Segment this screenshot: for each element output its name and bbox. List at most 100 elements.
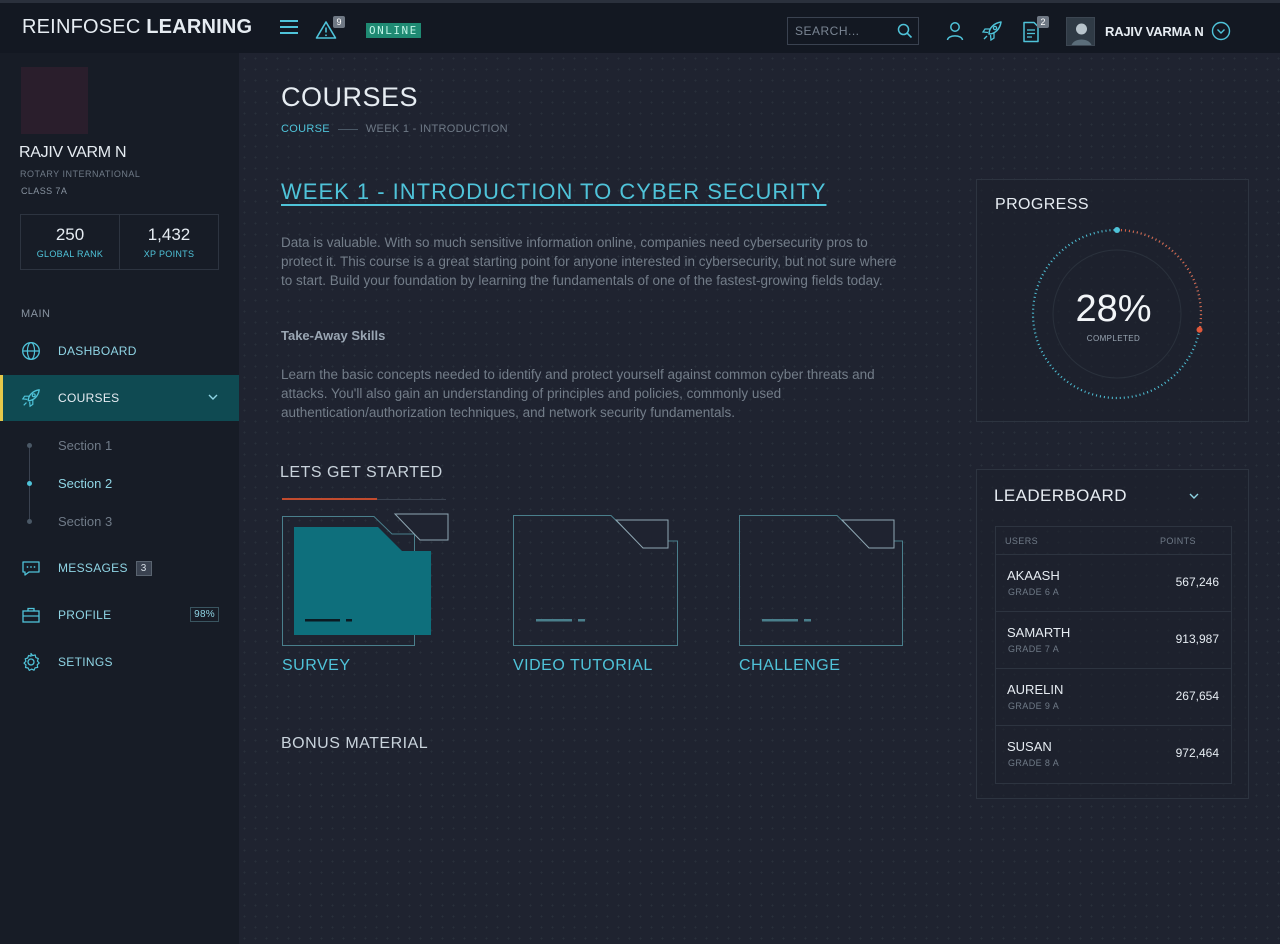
sidebar-item-profile[interactable]: PROFILE 98%	[0, 592, 239, 638]
row-user-grade: GRADE 9 A	[1008, 701, 1060, 711]
sidebar-item-courses[interactable]: COURSES	[0, 375, 239, 421]
online-status-badge: ONLINE	[366, 23, 421, 38]
xp-points-stat: 1,432 XP POINTS	[119, 215, 218, 269]
section-dot	[27, 443, 32, 448]
sidebar-item-label: SETINGS	[58, 655, 113, 669]
nav-section-main: MAIN	[21, 308, 51, 320]
xp-points-value: 1,432	[147, 225, 191, 244]
progress-percentage: 28%	[1075, 288, 1152, 330]
folder-icon	[739, 515, 903, 646]
column-points: POINTS	[1160, 536, 1196, 546]
user-icon[interactable]	[944, 20, 966, 42]
profile-completion-badge: 98%	[190, 607, 219, 622]
sidebar-subitem-section-2[interactable]: Section 2	[58, 476, 112, 491]
progress-panel: PROGRESS 28% COMPLETED	[976, 179, 1249, 422]
progress-title: PROGRESS	[995, 196, 1089, 213]
survey-card[interactable]	[282, 513, 452, 648]
sidebar-item-label: PROFILE	[58, 608, 112, 622]
sidebar-item-messages[interactable]: MESSAGES 3	[0, 545, 239, 591]
user-menu[interactable]: RAJIV VARMA N	[1066, 16, 1231, 46]
top-bar: REINFOSEC LEARNING 9 ONLINE SEARCH... 2 …	[0, 0, 1280, 53]
challenge-label[interactable]: CHALLENGE	[739, 657, 840, 675]
week-title-link[interactable]: WEEK 1 - INTRODUCTION TO CYBER SECURITY	[281, 179, 826, 205]
sidebar-item-dashboard[interactable]: DASHBOARD	[0, 328, 239, 374]
takeaway-text: Learn the basic concepts needed to ident…	[281, 367, 875, 420]
section-dot-active	[27, 481, 32, 486]
global-rank-label: GLOBAL RANK	[36, 249, 104, 259]
search-icon[interactable]	[897, 23, 913, 39]
globe-icon	[22, 342, 40, 360]
sidebar-item-label: DASHBOARD	[58, 344, 137, 358]
row-user-points: 267,654	[1175, 689, 1219, 703]
section-dot	[27, 519, 32, 524]
sidebar-item-settings[interactable]: SETINGS	[0, 639, 239, 685]
alerts-button[interactable]: 9	[315, 16, 347, 42]
survey-label[interactable]: SURVEY	[282, 657, 351, 675]
row-user-name: SAMARTH	[1007, 625, 1071, 640]
global-rank-stat: 250 GLOBAL RANK	[21, 215, 119, 269]
rocket-icon[interactable]	[981, 20, 1003, 42]
chevron-down-icon[interactable]	[1188, 490, 1200, 502]
table-row[interactable]: AURELIN GRADE 9 A 267,654	[996, 669, 1231, 726]
row-user-points: 972,464	[1175, 746, 1219, 760]
brand-logo[interactable]: REINFOSEC LEARNING	[22, 16, 252, 39]
folder-icon	[513, 515, 678, 646]
row-user-points: 567,246	[1175, 575, 1219, 589]
row-user-grade: GRADE 7 A	[1008, 644, 1060, 654]
leaderboard-title: LEADERBOARD	[994, 486, 1127, 505]
hamburger-icon[interactable]	[280, 20, 298, 36]
xp-points-label: XP POINTS	[143, 249, 195, 259]
progress-label: COMPLETED	[1086, 334, 1141, 343]
sidebar-item-label: MESSAGES	[58, 561, 128, 575]
rocket-icon	[21, 389, 40, 408]
main-content: COURSES COURSE WEEK 1 - INTRODUCTION WEE…	[239, 53, 1280, 944]
heading-underline	[282, 498, 446, 500]
briefcase-icon	[22, 607, 40, 623]
column-users: USERS	[1005, 536, 1039, 546]
video-tutorial-label[interactable]: VIDEO TUTORIAL	[513, 657, 653, 675]
profile-class: CLASS 7A	[21, 186, 68, 196]
user-name: RAJIV VARMA N	[1105, 23, 1204, 39]
breadcrumb-root[interactable]: COURSE	[281, 123, 330, 135]
search-input[interactable]	[788, 18, 888, 44]
lets-get-started-heading: LETS GET STARTED	[280, 464, 443, 481]
alerts-count-badge: 9	[333, 16, 345, 28]
profile-picture	[21, 67, 88, 134]
sidebar: RAJIV VARM N ROTARY INTERNATIONAL CLASS …	[0, 53, 239, 944]
sidebar-subitem-section-1[interactable]: Section 1	[58, 438, 112, 453]
folder-icon	[282, 513, 449, 646]
documents-button[interactable]: 2	[1022, 16, 1052, 44]
profile-name: RAJIV VARM N	[19, 144, 127, 161]
documents-count-badge: 2	[1037, 16, 1049, 28]
breadcrumb: COURSE WEEK 1 - INTRODUCTION	[281, 123, 508, 135]
table-row[interactable]: SUSAN GRADE 8 A 972,464	[996, 726, 1231, 783]
search-box	[787, 17, 919, 45]
course-description: Data is valuable. With so much sensitive…	[281, 235, 897, 288]
row-user-grade: GRADE 6 A	[1008, 587, 1060, 597]
row-user-name: SUSAN	[1007, 739, 1052, 754]
gear-icon	[23, 652, 40, 671]
messages-count-badge: 3	[135, 560, 152, 576]
profile-stats: 250 GLOBAL RANK 1,432 XP POINTS	[20, 214, 219, 270]
takeaway-heading: Take-Away Skills	[281, 328, 386, 343]
challenge-card[interactable]	[739, 513, 909, 648]
avatar	[1066, 16, 1095, 46]
chevron-down-icon	[208, 394, 218, 400]
bonus-material-heading: BONUS MATERIAL	[281, 735, 429, 752]
table-row[interactable]: AKAASH GRADE 6 A 567,246	[996, 555, 1231, 612]
progress-start-dot	[1114, 227, 1120, 233]
sidebar-subitem-section-3[interactable]: Section 3	[58, 514, 112, 529]
sidebar-item-label: COURSES	[58, 391, 120, 405]
profile-school: ROTARY INTERNATIONAL	[20, 169, 141, 179]
chat-icon	[22, 561, 40, 576]
breadcrumb-separator	[337, 128, 358, 130]
leaderboard-table: USERS POINTS AKAASH GRADE 6 A 567,246 SA…	[995, 526, 1232, 784]
row-user-grade: GRADE 8 A	[1008, 758, 1060, 768]
brand-name-light: REINFOSEC	[22, 16, 147, 38]
table-row[interactable]: SAMARTH GRADE 7 A 913,987	[996, 612, 1231, 669]
avatar-image	[1067, 17, 1094, 45]
leaderboard-header: USERS POINTS	[996, 527, 1231, 555]
row-user-name: AURELIN	[1007, 682, 1064, 697]
breadcrumb-current: WEEK 1 - INTRODUCTION	[365, 123, 508, 135]
video-tutorial-card[interactable]	[513, 513, 683, 648]
